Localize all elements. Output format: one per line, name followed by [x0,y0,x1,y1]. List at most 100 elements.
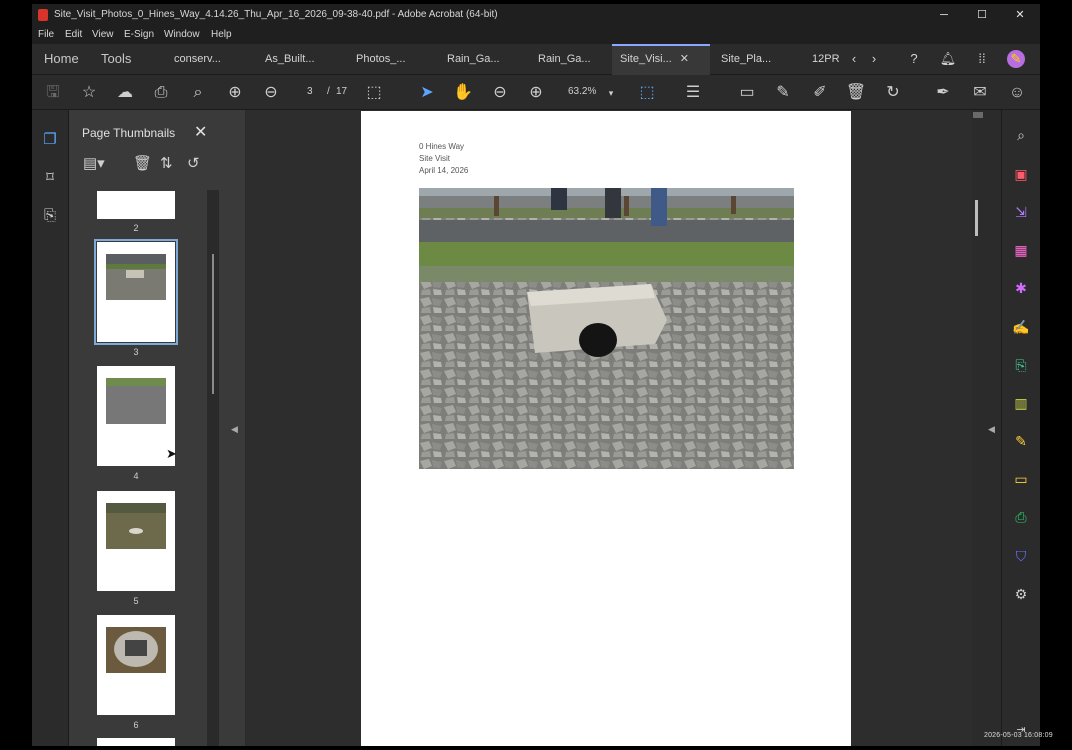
close-panel-icon[interactable]: ✕ [194,122,207,142]
delete-page-icon[interactable]: 🗑︎ [133,154,152,172]
tab-document[interactable]: Site_Pla... [721,44,771,74]
menu-edit[interactable]: Edit [65,29,82,40]
page-thumbnails-panel: Page Thumbnails ✕ ▤▾ 🗑︎ ⇅ ↺ 2 3 4 5 6 ➤ [69,110,245,746]
thumbnail-scrollbar[interactable] [207,190,219,746]
share-user-icon[interactable]: ☺ [1006,82,1028,104]
thumbnail-page[interactable] [97,191,175,219]
delete-icon[interactable]: 🗑︎ [845,82,867,104]
extract-page-icon[interactable]: ⇅ [160,154,173,172]
print-production-icon[interactable]: ⎙ [1011,507,1031,527]
help-icon[interactable]: ? [905,50,923,68]
more-tools-icon[interactable]: ⚙ [1011,584,1031,604]
thumbnail-label: 6 [133,720,139,730]
request-signature-icon[interactable]: ✎ [1011,431,1031,451]
minimize-button[interactable]: ─ [934,7,954,23]
main-toolbar: 🖫︎ ☆ ☁ ⎙ ⌕ ⊕ ⊖ 3 / 17 ⬚ ➤ ✋ ⊖ ⊕ 63.2% ▾ … [32,75,1040,110]
collapse-left-panel-icon[interactable]: ◀ [231,424,238,435]
panel-title: Page Thumbnails [82,126,176,140]
zoom-icon[interactable]: ⌕ [1011,125,1031,145]
thumbnail-page[interactable] [97,738,175,746]
tab-tools[interactable]: Tools [101,44,131,74]
zoom-level[interactable]: 63.2% [568,86,596,97]
menu-view[interactable]: View [92,29,114,40]
fit-page-icon[interactable]: ⬚ [636,82,658,104]
print-icon[interactable]: ⎙ [150,82,172,104]
thumbnail-scroll-thumb[interactable] [212,254,214,394]
search-icon[interactable]: ⌕ [187,82,209,104]
tab-document[interactable]: As_Built... [265,44,315,74]
email-icon[interactable]: ✉ [969,82,991,104]
highlight-pen-icon[interactable]: ✎ [772,82,794,104]
tab-scroll-right-icon[interactable]: › [865,50,883,68]
sign-icon[interactable]: ✒ [932,82,954,104]
previous-page-icon[interactable]: ⊕ [224,82,246,104]
current-page-field[interactable]: 3 [307,86,313,97]
thumbnail-image [106,378,166,424]
doc-address: 0 Hines Way [419,142,465,151]
document-canvas[interactable]: 0 Hines Way Site Visit April 14, 2026 [246,110,972,746]
export-pdf-icon[interactable]: ⇲ [1011,202,1031,222]
compress-icon[interactable]: ▥ [1011,393,1031,413]
apps-grid-icon[interactable]: ⁞⁞ [973,50,991,68]
mouse-cursor-icon: ➤ [166,446,177,461]
close-window-button[interactable]: ✕ [1010,7,1030,23]
hand-tool-icon[interactable]: ✋ [452,82,474,104]
pages-icon[interactable]: ❐ [40,130,60,150]
thumbnail-page[interactable] [97,615,175,715]
upload-cloud-icon[interactable]: ☁ [114,82,136,104]
collapse-right-panel-icon[interactable]: ◀ [988,424,995,435]
title-bar: Site_Visit_Photos_0_Hines_Way_4.14.26_Th… [32,4,1040,26]
scroll-mode-icon[interactable]: ☰ [682,82,704,104]
attachment-icon[interactable]: ⎘ [40,206,60,226]
edit-pdf-icon[interactable]: ✱ [1011,278,1031,298]
tab-document[interactable]: 12PR [812,44,840,74]
draw-icon[interactable]: ✐ [809,82,831,104]
menu-esign[interactable]: E-Sign [124,29,154,40]
document-scroll-thumb[interactable] [975,200,978,236]
menu-bar: File Edit View E-Sign Window Help [32,26,1040,44]
maximize-button[interactable]: ☐ [972,7,992,23]
comment-icon[interactable]: ▭ [1011,469,1031,489]
menu-window[interactable]: Window [164,29,200,40]
organize-pages-icon[interactable]: ▦ [1011,240,1031,260]
next-page-icon[interactable]: ⊖ [260,82,282,104]
tab-document[interactable]: Photos_... [356,44,406,74]
tab-document[interactable]: conserv... [174,44,221,74]
zoom-out-icon[interactable]: ⊖ [489,82,511,104]
rotate-icon[interactable]: ↻ [882,82,904,104]
bookmark-icon[interactable]: ⌑ [40,168,60,188]
thumbnail-options-icon[interactable]: ▤▾ [83,154,105,172]
notifications-bell-icon[interactable]: 🔔︎ [939,50,957,68]
tab-document[interactable]: Rain_Ga... [538,44,591,74]
acrobat-app-icon [38,9,48,21]
tab-active-document[interactable]: Site_Visi... ✕ [612,44,710,76]
bookmark-star-icon[interactable]: ☆ [78,82,100,104]
fill-sign-icon[interactable]: ✍ [1011,317,1031,337]
page-layout-icon[interactable]: ⬚ [363,82,385,104]
tab-scroll-left-icon[interactable]: ‹ [845,50,863,68]
zoom-dropdown-icon[interactable]: ▾ [600,82,622,104]
document-vertical-scrollbar[interactable] [972,110,984,746]
select-cursor-icon[interactable]: ➤ [416,82,438,104]
combine-files-icon[interactable]: ⎘ [1011,355,1031,375]
zoom-in-icon[interactable]: ⊕ [525,82,547,104]
undo-icon[interactable]: ↺ [187,154,200,172]
protect-icon[interactable]: ⛉ [1011,546,1031,566]
create-pdf-icon[interactable]: ▣ [1011,164,1031,184]
tab-document[interactable]: Rain_Ga... [447,44,500,74]
profile-avatar[interactable]: ✎ [1007,50,1025,68]
thumbnail-page-selected[interactable] [94,239,178,345]
thumbnail-page[interactable] [97,366,175,466]
tab-home[interactable]: Home [44,44,79,74]
menu-help[interactable]: Help [211,29,232,40]
menu-file[interactable]: File [38,29,54,40]
thumbnail-image [106,503,166,549]
thumbnail-label: 4 [133,471,139,481]
page-total: 17 [336,86,348,97]
scroll-up-arrow[interactable] [973,112,983,118]
close-tab-icon[interactable]: ✕ [680,53,689,65]
acrobat-window: Site_Visit_Photos_0_Hines_Way_4.14.26_Th… [32,4,1040,746]
comment-icon[interactable]: ▭ [736,82,758,104]
save-icon[interactable]: 🖫︎ [42,82,64,104]
thumbnail-page[interactable] [97,491,175,591]
